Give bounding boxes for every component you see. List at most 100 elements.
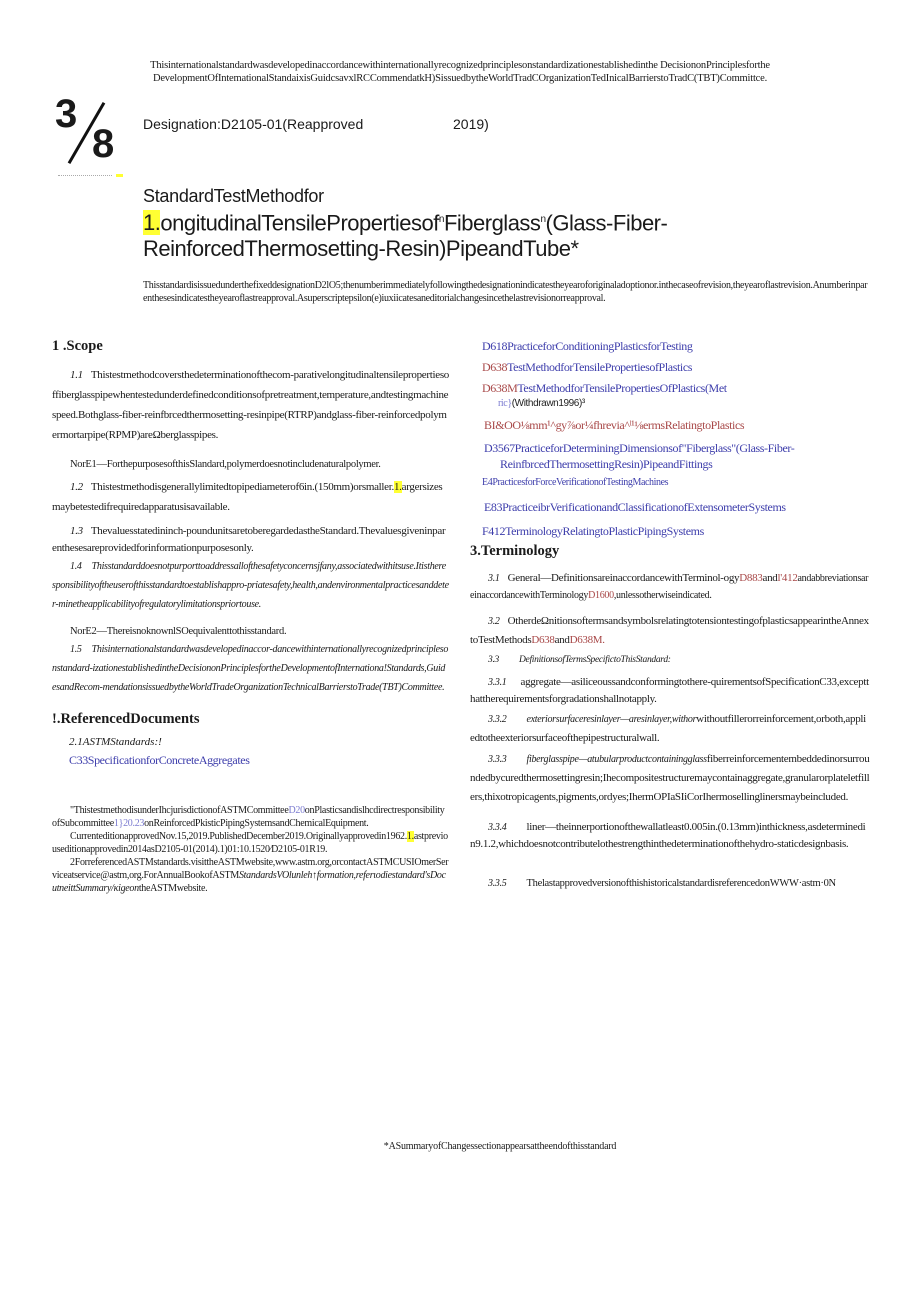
astm-logo-icon: 3 8	[55, 92, 125, 168]
reference-item[interactable]: BI&OO⅛mm¹^gy⅞or¼fhrevia^ˡ¹⅛ermsRelatingt…	[470, 417, 870, 433]
highlight-mark: 1.	[406, 831, 414, 842]
reference-item[interactable]: E83PracticeibrVerificationandClassificat…	[470, 499, 870, 515]
reference-item[interactable]: D3567PracticeforDeterminingDimensionsof"…	[470, 440, 870, 472]
paragraph-number: 3.3.1	[488, 677, 507, 688]
reference-title[interactable]: PracticeforConditioningPlasticsforTestin…	[507, 339, 693, 353]
paragraph-text: General—DefinitionsareinaccordancewithTe…	[507, 572, 740, 584]
term-definition: exteriorsurfaceresinlayer—aresinlayer,wi…	[526, 714, 697, 725]
paragraph-text: Thistestmethodisgenerallylimitedtopipedi…	[90, 481, 394, 493]
title-text: Fiberglass	[443, 210, 541, 236]
paragraph-1-3: 1.3 Thevaluesstatedininch-poundunitsareto…	[52, 523, 449, 557]
international-standard-notice: Thisinternationalstandardwasdevelopedina…	[90, 60, 830, 85]
paragraph-number: 3.3.5	[488, 878, 507, 889]
withdrawn-note: (Withdrawn1996)³	[511, 398, 585, 409]
reference-title[interactable]: TestMethodforTensilePropertiesofPlastics	[507, 360, 692, 374]
reference-item[interactable]: D638TestMethodforTensilePropertiesofPlas…	[470, 359, 870, 375]
footnote-2: CurrenteditionapprovedNov.15,2019.Publis…	[52, 830, 449, 856]
subcommittee-link[interactable]: 1}20.23	[114, 818, 145, 829]
paragraph-1-1: 1.1 Thistestmethodcoversthedeterminationo…	[52, 365, 449, 445]
paragraph-3-3-1: 3.3.1 aggregate—asiliceoussandconformingt…	[470, 674, 870, 708]
paragraph-1-4: 1.4 Thisstandarddoesnotpurporttoaddressal…	[52, 557, 449, 614]
paragraph-number: 3.3	[488, 655, 499, 665]
footnotes: "ThistestmethodisunderIhcjurisdictionofA…	[52, 804, 449, 895]
reference-list: D618PracticeforConditioningPlasticsforTe…	[470, 338, 870, 539]
paragraph-number: 1.5	[70, 644, 82, 655]
reference-title[interactable]: PracticesforForceVerificationofTestingMa…	[492, 477, 668, 488]
paragraph-text: liner—theinnerportionofthewallatleast0.0…	[470, 821, 866, 850]
reference-code[interactable]: D638	[482, 360, 507, 374]
paragraph-text: and	[554, 634, 570, 646]
reference-code[interactable]: F412	[482, 524, 505, 538]
footnote-text: "ThistestmethodisunderIhcjurisdictionofA…	[70, 805, 289, 816]
paragraph-number: 1.3	[70, 525, 83, 537]
designation-year: 2019)	[453, 116, 489, 132]
astm-standards-subheading: 2.1ASTMStandards:!	[69, 736, 162, 748]
reference-title[interactable]: PracticeibrVerificationandClassification…	[502, 500, 786, 514]
reference-code[interactable]: E4	[482, 477, 493, 488]
reference-code[interactable]: D638M	[482, 381, 518, 395]
paragraph-number: 3.3.3	[488, 754, 507, 765]
notice-line-1: Thisinternationalstandardwasdevelopedina…	[150, 60, 770, 71]
fixed-designation-note: Thisstandardisissuedunderthefixeddesigna…	[143, 280, 868, 304]
notice-line-2: DevelopmentOfIntemationalStandaixisGuidc…	[152, 72, 768, 84]
paragraph-number: 1.2	[70, 481, 83, 493]
designation-label: Designation:D2105-01(Reapproved	[143, 116, 364, 132]
paragraph-1-2: 1.2 Thistestmethodisgenerallylimitedtopip…	[52, 477, 449, 517]
reference-title[interactable]: TestMethodforTensilePropertiesOfPlastics…	[517, 381, 727, 395]
paragraph-text: Thevaluesstatedininch-poundunitsaretober…	[52, 525, 446, 554]
reference-title[interactable]: ⅛mm¹^gy⅞or¼fhrevia^ˡ¹⅛ermsRelatingtoPlas…	[521, 418, 745, 432]
reference-title[interactable]: TerminologyRelatingtoPlasticPipingSystem…	[505, 524, 704, 538]
reference-code[interactable]: E83	[484, 500, 503, 514]
committee-link-d20[interactable]: D20	[288, 805, 305, 816]
note-1: NorE1—ForthepurposesofthisSlandard,polym…	[70, 459, 381, 470]
term-definition: fiberglasspipe—atubularproductcontaining…	[526, 754, 708, 765]
reference-title[interactable]: PracticeforDeterminingDimensionsof"Fiber…	[515, 441, 795, 455]
reference-link-f412[interactable]: l'412	[777, 572, 797, 584]
paragraph-number: 3.3.4	[488, 822, 507, 833]
reference-link-d1600[interactable]: D1600	[588, 590, 614, 601]
reference-item[interactable]: F412TerminologyRelatingtoPlasticPipingSy…	[470, 523, 870, 539]
logo-numerator: 3	[55, 92, 78, 136]
reference-code[interactable]: BI&OO	[484, 418, 521, 432]
logo-denominator: 8	[92, 122, 115, 166]
left-column: 1 .Scope 1.1 Thistestmethodcoversthedeter…	[52, 338, 449, 895]
reference-link-d883[interactable]: D883	[739, 572, 763, 584]
reference-item[interactable]: D618PracticeforConditioningPlasticsforTe…	[470, 338, 870, 354]
paragraph-text: ,unlessotherwiseindicated.	[613, 590, 712, 601]
note-2: NorE2—ThereisnoknownlSOequivalenttothiss…	[70, 626, 287, 637]
footnote-text: theASTMwebsite.	[138, 883, 208, 894]
title-line-2: 1.ongitudinalTensilePropertiesofnFibergl…	[143, 207, 823, 236]
paragraph-3-3-2: 3.3.2 exteriorsurfaceresinlayer—aresinlay…	[470, 710, 870, 748]
reference-item[interactable]: E4PracticesforForceVerificationofTesting…	[470, 475, 870, 491]
reference-code[interactable]: D618	[482, 339, 507, 353]
paragraph-3-2: 3.2 OtherdeΩnitionsoftermsandsymbolsrelat…	[470, 612, 870, 649]
reference-link-d638m[interactable]: D638M.	[570, 634, 605, 646]
reference-item[interactable]: D638MTestMethodforTensilePropertiesOfPla…	[470, 380, 870, 412]
reference-title[interactable]: ric}	[498, 398, 512, 409]
paragraph-text: Thistestmethodcoversthedeterminationofth…	[52, 369, 450, 441]
title-line-1: StandardTestMethodfor	[143, 186, 324, 206]
reference-link-d638[interactable]: D638	[531, 634, 555, 646]
paragraph-number: 1.1	[70, 369, 83, 381]
paragraph-number: 1.4	[70, 561, 82, 572]
paragraph-3-3-4: 3.3.4 liner—theinnerportionofthewallatlea…	[470, 819, 870, 853]
paragraph-1-5: 1.5 Thisinternationalstandardwasdeveloped…	[52, 640, 449, 697]
logo-highlight-mark	[116, 174, 123, 177]
reference-title[interactable]: ReinfbrcedThermosettingResin)PipeandFitt…	[484, 456, 870, 472]
logo-tagline-dots	[58, 175, 112, 176]
footnote-3: 2ForreferencedASTMstandards.visittheASTM…	[52, 856, 449, 895]
reference-link-c33[interactable]: C33SpecificationforConcreteAggregates	[52, 752, 449, 768]
document-title: StandardTestMethodfor 1.ongitudinalTensi…	[143, 185, 823, 262]
paragraph-3-3: 3.3 DefinitionsofTermsSpecifictoThisStand…	[470, 651, 870, 670]
title-text: (Glass-Fiber-	[545, 210, 668, 236]
paragraph-text: aggregate—asiliceoussandconformingtother…	[470, 676, 869, 705]
paragraph-3-1: 3.1 General—Definitionsareinaccordancewit…	[470, 570, 870, 604]
logo-tagline	[58, 174, 124, 177]
summary-of-changes-note: *ASummaryofChangessectionappearsattheend…	[383, 1141, 617, 1152]
highlight-mark: 1.	[393, 481, 402, 493]
paragraph-text: Thisstandarddoesnotpurporttoaddressallof…	[52, 561, 449, 610]
reference-code[interactable]: D3567	[484, 441, 515, 455]
footnote-text: onReinforcedPkisticPipingSystemsandChemi…	[144, 818, 369, 829]
title-line-3: ReinforcedThermosetting-Resin)PipeandTub…	[143, 236, 579, 262]
right-column: D618PracticeforConditioningPlasticsforTe…	[470, 338, 870, 892]
